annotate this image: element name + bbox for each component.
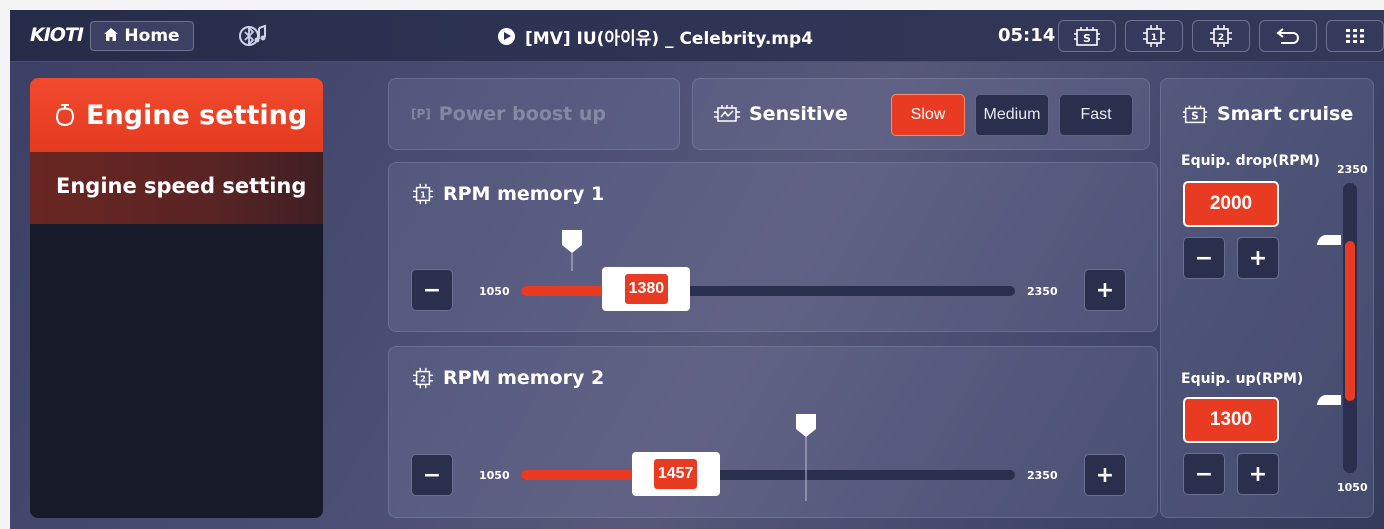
rpm-memory-2-slider-knob[interactable]: 1457: [631, 452, 720, 496]
sidebar-item-engine-speed-setting[interactable]: Engine speed setting: [30, 152, 323, 224]
rpm-memory-2-button[interactable]: 2: [1192, 20, 1250, 52]
svg-text:1: 1: [420, 190, 426, 200]
bluetooth-icon[interactable]: [239, 23, 269, 49]
rpm-memory-1-plus-button[interactable]: +: [1084, 269, 1126, 311]
back-icon: [1276, 28, 1299, 44]
smart-cruise-icon: S: [1074, 27, 1100, 46]
equip-up-label: Equip. up(RPM): [1181, 371, 1304, 387]
power-boost-button[interactable]: [P] Power boost up: [388, 78, 680, 150]
svg-text:S: S: [1191, 111, 1198, 123]
sidebar-item-engine-setting[interactable]: Engine setting: [30, 78, 323, 152]
medium-label: Medium: [983, 106, 1041, 123]
smart-cruise-title: Smart cruise: [1217, 103, 1354, 125]
cruise-range-track[interactable]: [1343, 183, 1357, 473]
rpm-memory-1-track[interactable]: [521, 286, 1015, 296]
equip-drop-handle-icon[interactable]: [1317, 234, 1343, 246]
rpm-memory-2-panel: 2 RPM memory 2 − 1050 1457 2350 +: [388, 346, 1158, 518]
back-button[interactable]: [1259, 20, 1317, 52]
brand-logo: KIOTI: [30, 24, 84, 46]
sidebar-item-label: Engine speed setting: [56, 174, 307, 198]
sensitive-medium-button[interactable]: Medium: [975, 94, 1049, 136]
home-icon: [104, 27, 119, 45]
menu-grid-icon: [1346, 29, 1364, 43]
media-now-playing[interactable]: [MV] IU(아이유) _ Celebrity.mp4: [498, 24, 813, 49]
rpm-memory-1-panel: 1 RPM memory 1 − 1050 1380 2350 +: [388, 162, 1158, 332]
power-boost-label: Power boost up: [438, 103, 607, 125]
smart-cruise-heading: S Smart cruise: [1181, 103, 1353, 125]
slow-label: Slow: [910, 106, 946, 123]
equip-drop-plus-button[interactable]: +: [1237, 237, 1279, 279]
rpm-memory-2-marker-icon: [796, 414, 816, 501]
equip-up-plus-button[interactable]: +: [1237, 453, 1279, 495]
equip-drop-label: Equip. drop(RPM): [1181, 153, 1320, 169]
equip-up-value[interactable]: 1300: [1183, 397, 1279, 443]
rpm-memory-2-min: 1050: [479, 469, 510, 482]
play-icon[interactable]: [498, 28, 515, 45]
cruise-range-fill: [1345, 241, 1355, 401]
rpm-memory-2-track[interactable]: [521, 470, 1015, 480]
home-button[interactable]: Home: [90, 21, 194, 51]
cruise-scale-min: 1050: [1337, 481, 1368, 494]
svg-text:2: 2: [1218, 33, 1224, 43]
rpm-memory-1-max: 2350: [1027, 285, 1058, 298]
rpm-memory-1-slider-knob[interactable]: 1380: [602, 267, 691, 311]
sensitive-label: Sensitive: [749, 103, 848, 125]
rpm-memory-2-icon: 2: [412, 367, 434, 389]
rpm-memory-1-marker-icon: [562, 230, 583, 271]
menu-grid-button[interactable]: [1326, 20, 1384, 52]
rpm-memory-1-button[interactable]: 1: [1125, 20, 1183, 52]
rpm-memory-1-title: RPM memory 1: [443, 183, 605, 205]
sensitive-heading: Sensitive: [713, 103, 848, 125]
rpm-memory-2-heading: 2 RPM memory 2: [411, 367, 604, 389]
smart-cruise-panel: S Smart cruise Equip. drop(RPM) 2000 − +…: [1160, 78, 1374, 518]
sensitive-fast-button[interactable]: Fast: [1059, 94, 1133, 136]
sensitive-icon: [714, 105, 740, 122]
engine-icon: [56, 104, 74, 126]
smart-cruise-icon: S: [1182, 105, 1208, 124]
rpm-memory-2-max: 2350: [1027, 469, 1058, 482]
svg-text:2: 2: [420, 374, 426, 384]
svg-text:S: S: [1083, 32, 1091, 45]
equip-drop-value[interactable]: 2000: [1183, 181, 1279, 227]
home-label: Home: [124, 26, 180, 46]
cruise-scale-max: 2350: [1337, 163, 1368, 176]
rpm-memory-1-value: 1380: [624, 274, 669, 304]
smart-cruise-button[interactable]: S: [1058, 20, 1116, 52]
rpm-memory-2-value: 1457: [653, 459, 698, 489]
media-title: [MV] IU(아이유) _ Celebrity.mp4: [525, 29, 814, 49]
rpm-memory-1-min: 1050: [479, 285, 510, 298]
sensitive-slow-button[interactable]: Slow: [891, 94, 965, 136]
equip-drop-minus-button[interactable]: −: [1183, 237, 1225, 279]
rpm-memory-1-minus-button[interactable]: −: [411, 269, 453, 311]
top-bar: KIOTI Home [MV] IU(아이유) _ Celebrity.mp4 …: [10, 10, 1384, 62]
rpm-memory-2-title: RPM memory 2: [443, 367, 605, 389]
clock: 05:14: [998, 25, 1056, 46]
rpm-memory-1-icon: 1: [412, 183, 434, 205]
rpm-memory-1-icon: 1: [1143, 25, 1165, 47]
app-screen: KIOTI Home [MV] IU(아이유) _ Celebrity.mp4 …: [10, 10, 1384, 529]
rpm-memory-2-plus-button[interactable]: +: [1084, 454, 1126, 496]
equip-up-handle-icon[interactable]: [1317, 394, 1343, 406]
equip-up-minus-button[interactable]: −: [1183, 453, 1225, 495]
sidebar-active-label: Engine setting: [86, 99, 308, 131]
fast-label: Fast: [1080, 106, 1112, 123]
power-boost-badge: [P]: [411, 107, 431, 121]
rpm-memory-1-heading: 1 RPM memory 1: [411, 183, 604, 205]
rpm-memory-2-minus-button[interactable]: −: [411, 454, 453, 496]
rpm-memory-2-icon: 2: [1210, 25, 1232, 47]
sidebar: Engine setting Engine speed setting: [30, 78, 323, 518]
svg-text:1: 1: [1151, 33, 1157, 43]
sensitive-panel: Sensitive Slow Medium Fast: [692, 78, 1150, 150]
